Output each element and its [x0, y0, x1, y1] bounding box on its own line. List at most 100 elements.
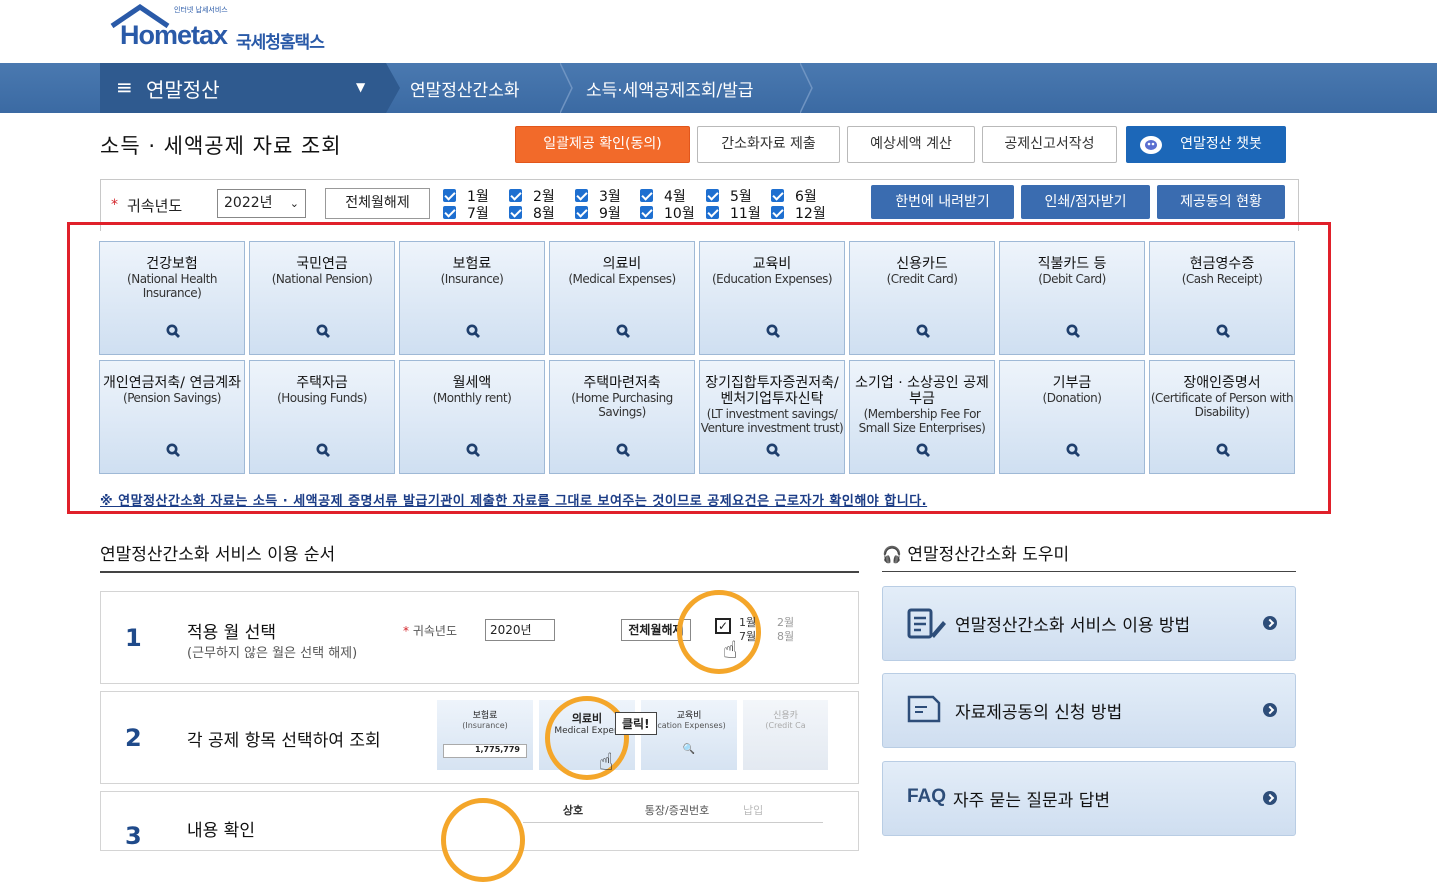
steps-rule	[100, 571, 859, 573]
category-card[interactable]: 월세액 (Monthly rent)	[399, 360, 545, 474]
steps-title: 연말정산간소화 서비스 이용 순서	[100, 545, 336, 565]
month-checkbox[interactable]	[575, 206, 588, 219]
category-title: 의료비	[602, 256, 642, 272]
clear-all-months-button[interactable]: 전체월해제	[325, 188, 430, 219]
illu-col-name: 상호	[562, 804, 584, 817]
nav-main-label: 연말정산	[146, 78, 220, 102]
month-checkbox[interactable]	[706, 206, 719, 219]
category-subtitle: (Insurance)	[440, 272, 504, 286]
category-card[interactable]: 주택마련저축 (Home Purchasing Savings)	[549, 360, 695, 474]
search-icon	[466, 324, 480, 338]
step-2-illustration: 보험료 (Insurance) 1,775,779 의료비 Medical Ex…	[393, 692, 828, 783]
hometax-logo[interactable]: 인터넷 납세서비스 Hometax 국세청홈택스	[110, 4, 350, 60]
category-card[interactable]: 의료비 (Medical Expenses)	[549, 241, 695, 355]
step-title: 적용 월 선택	[187, 623, 277, 643]
help-faq[interactable]: FAQ 자주 묻는 질문과 답변	[882, 761, 1296, 836]
estimate-tax-button[interactable]: 예상세액 계산	[847, 126, 975, 163]
breadcrumb-2[interactable]: 소득·세액공제조회/발급	[586, 76, 754, 101]
category-title: 소기업 · 소상공인 공제부금	[855, 375, 989, 407]
search-icon	[616, 443, 630, 457]
breadcrumb-separator-icon	[386, 63, 400, 113]
caret-down-icon: ▼	[356, 80, 366, 94]
category-subtitle: (Housing Funds)	[277, 391, 367, 405]
print-braille-button[interactable]: 인쇄/점자받기	[1021, 185, 1150, 219]
step-3-illustration: 상호 통장/증권번호 납입	[393, 792, 828, 882]
category-card[interactable]: 건강보험 (National Health Insurance)	[99, 241, 245, 355]
download-all-button[interactable]: 한번에 내려받기	[871, 185, 1014, 219]
category-title: 신용카드	[896, 256, 948, 272]
year-select-value: 2022년	[224, 195, 273, 211]
search-icon	[1216, 324, 1230, 338]
month-label: 12월	[795, 206, 826, 222]
illu-year-select: 2020년	[485, 619, 555, 641]
category-title: 장기집합투자증권저축/ 벤처기업투자신탁	[705, 375, 839, 407]
helper-title-text: 연말정산간소화 도우미	[907, 545, 1070, 565]
category-subtitle: (Home Purchasing Savings)	[571, 391, 673, 419]
category-card[interactable]: 국민연금 (National Pension)	[249, 241, 395, 355]
month-checkbox[interactable]	[509, 189, 522, 202]
consent-button[interactable]: 일괄제공 확인(동의)	[515, 126, 690, 163]
category-title: 보험료	[452, 256, 492, 272]
highlight-circle	[441, 798, 525, 882]
category-title: 국민연금	[296, 256, 348, 272]
nav-main-menu[interactable]: ≡ 연말정산 ▼	[100, 63, 386, 113]
category-subtitle: (Education Expenses)	[711, 272, 833, 286]
step-number: 1	[125, 624, 142, 652]
chatbot-icon	[1140, 136, 1162, 154]
month-checkbox[interactable]	[640, 189, 653, 202]
step-1-illustration: * 귀속년도 2020년 전체월해제 ✓ 1월 7월 2월 8월 ☝	[393, 590, 828, 683]
month-checkbox[interactable]	[706, 189, 719, 202]
month-label: 10월	[664, 206, 695, 222]
illu-m8: 8월	[777, 630, 795, 643]
notice-text: ※ 연말정산간소화 자료는 소득 · 세액공제 증명서류 발급기관이 제출한 자…	[100, 494, 928, 509]
month-checkbox[interactable]	[575, 189, 588, 202]
month-checkbox[interactable]	[509, 206, 522, 219]
help-usage-guide[interactable]: 연말정산간소화 서비스 이용 방법	[882, 586, 1296, 661]
month-checkbox[interactable]	[443, 189, 456, 202]
submit-simplified-button[interactable]: 간소화자료 제출	[697, 126, 840, 163]
month-checkbox[interactable]	[771, 189, 784, 202]
category-title: 장애인증명서	[1183, 375, 1261, 391]
breadcrumb-1[interactable]: 연말정산간소화	[410, 76, 519, 101]
search-icon	[166, 443, 180, 457]
category-card[interactable]: 소기업 · 소상공인 공제부금 (Membership Fee For Small…	[849, 360, 995, 474]
illu-divider	[523, 822, 823, 823]
category-title: 월세액	[452, 375, 492, 391]
category-card[interactable]: 교육비 (Education Expenses)	[699, 241, 845, 355]
category-card[interactable]: 신용카드 (Credit Card)	[849, 241, 995, 355]
illu-card-insurance: 보험료 (Insurance) 1,775,779	[437, 700, 533, 770]
deduction-report-button[interactable]: 공제신고서작성	[982, 126, 1117, 163]
category-card[interactable]: 장기집합투자증권저축/ 벤처기업투자신탁 (LT investment savin…	[699, 360, 845, 474]
page-title: 소득 · 세액공제 자료 조회	[100, 134, 342, 158]
help-label: 자주 묻는 질문과 답변	[953, 791, 1110, 811]
chatbot-button[interactable]: 연말정산 챗봇	[1126, 126, 1286, 163]
category-card[interactable]: 기부금 (Donation)	[999, 360, 1145, 474]
category-title: 건강보험	[146, 256, 198, 272]
category-card[interactable]: 개인연금저축/ 연금계좌 (Pension Savings)	[99, 360, 245, 474]
step-number: 2	[125, 724, 142, 752]
pointer-hand-icon: ☝	[723, 636, 738, 664]
category-subtitle: (LT investment savings/ Venture investme…	[700, 407, 844, 435]
category-title: 현금영수증	[1189, 256, 1255, 272]
month-label: 7월	[467, 206, 489, 222]
nav-bar: ≡ 연말정산 ▼ 연말정산간소화 소득·세액공제조회/발급	[0, 63, 1437, 113]
help-consent-method[interactable]: 자료제공동의 신청 방법	[882, 673, 1296, 748]
search-icon	[316, 443, 330, 457]
search-icon	[466, 443, 480, 457]
category-card[interactable]: 현금영수증 (Cash Receipt)	[1149, 241, 1295, 355]
year-select[interactable]: 2022년 ⌄	[217, 189, 306, 218]
logo-tagline: 인터넷 납세서비스	[174, 6, 228, 14]
illu-col-pay: 납입	[743, 804, 764, 817]
category-title: 주택자금	[296, 375, 348, 391]
month-checkbox[interactable]	[640, 206, 653, 219]
category-card[interactable]: 보험료 (Insurance)	[399, 241, 545, 355]
illu-card-education: 교육비 ucation Expenses) 🔍	[641, 700, 737, 770]
month-checkbox[interactable]	[771, 206, 784, 219]
category-card[interactable]: 장애인증명서 (Certificate of Person with Disabi…	[1149, 360, 1295, 474]
category-card[interactable]: 직불카드 등 (Debit Card)	[999, 241, 1145, 355]
category-subtitle: (Membership Fee For Small Size Enterpris…	[858, 407, 986, 435]
helper-title: 🎧 연말정산간소화 도우미	[882, 540, 1069, 565]
category-card[interactable]: 주택자금 (Housing Funds)	[249, 360, 395, 474]
consent-status-button[interactable]: 제공동의 현황	[1157, 185, 1285, 219]
month-checkbox[interactable]	[443, 206, 456, 219]
